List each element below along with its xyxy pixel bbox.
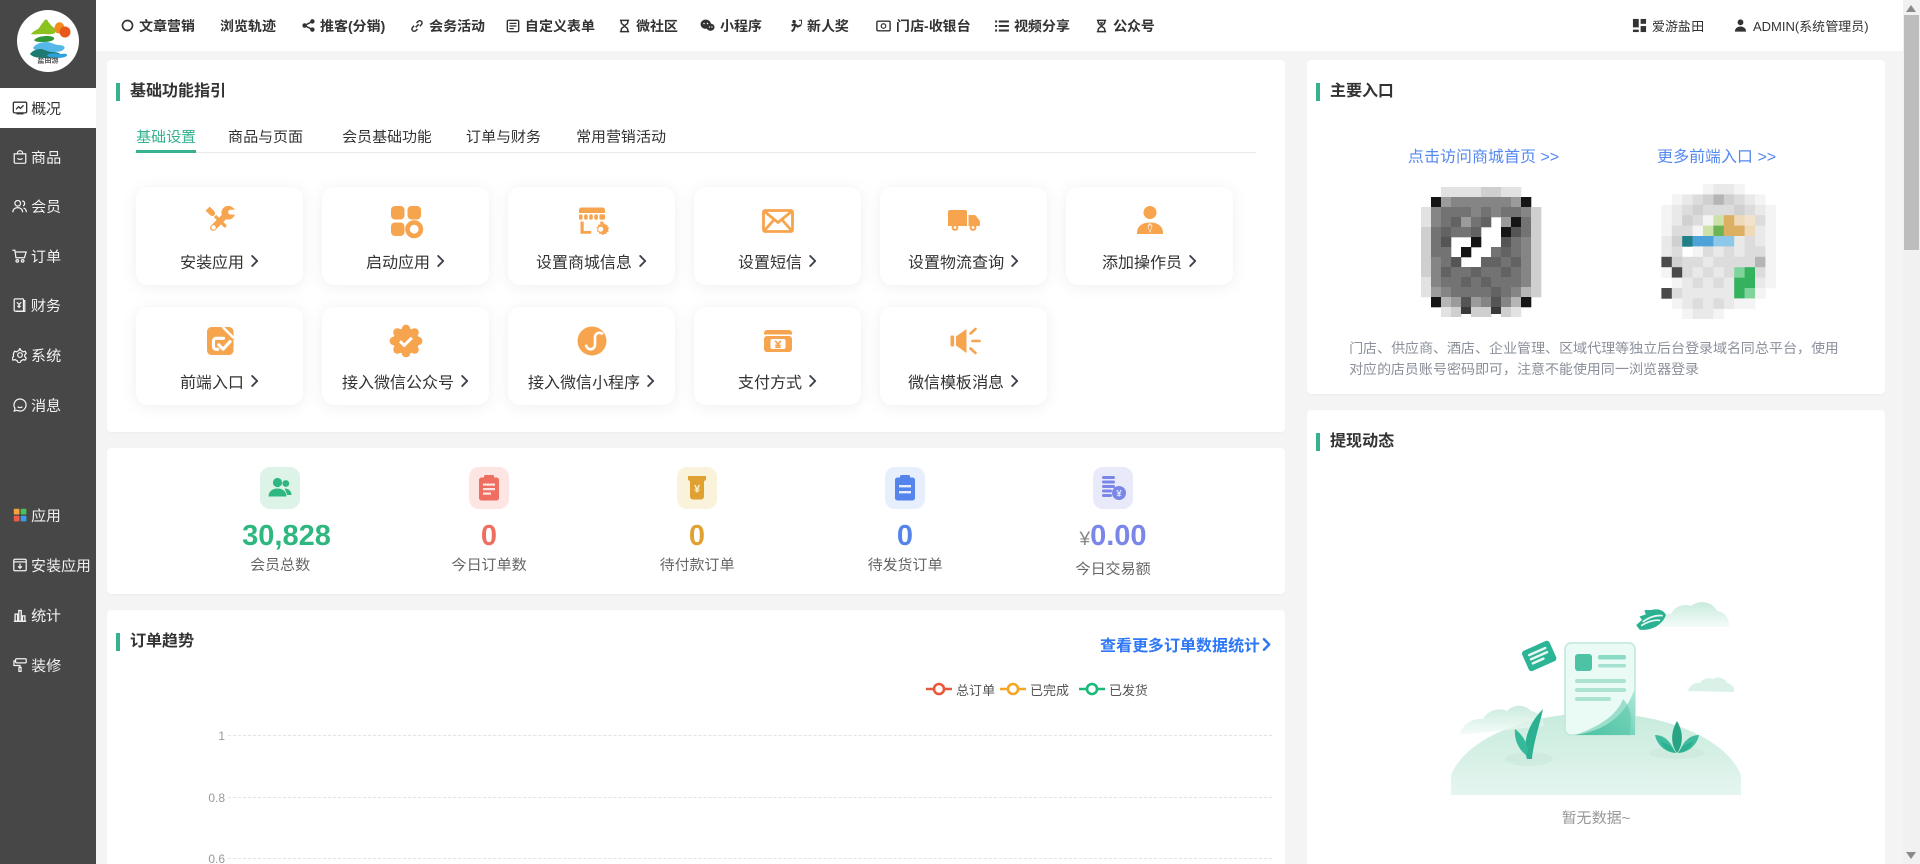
- svg-text:盐田游: 盐田游: [38, 56, 59, 65]
- svg-text:¥: ¥: [694, 484, 701, 496]
- svg-text:¥: ¥: [1116, 489, 1122, 500]
